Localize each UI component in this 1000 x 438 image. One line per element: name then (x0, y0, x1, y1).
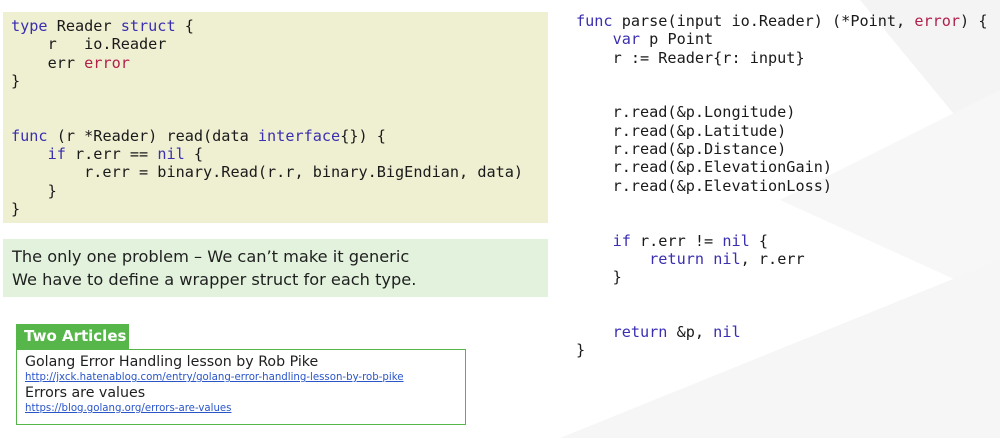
code-token: return (649, 249, 705, 268)
right-code-line: return nil, r.err (576, 250, 987, 268)
right-code-line: r.read(&p.ElevationGain) (576, 158, 987, 176)
right-code-line: r := Reader{r: input} (576, 49, 987, 67)
code-token: struct (120, 17, 176, 35)
code-token: p Point (640, 30, 714, 49)
right-code-line: r.read(&p.ElevationLoss) (576, 177, 987, 195)
code-token: r.read(&p.ElevationLoss) (576, 176, 833, 195)
note-line-2: We have to define a wrapper struct for e… (12, 270, 417, 289)
code-token: err (11, 53, 85, 72)
code-token: } (576, 268, 622, 287)
right-code-line: } (576, 341, 987, 359)
left-code-line: ​ (11, 90, 540, 108)
articles-list: Golang Error Handling lesson by Rob Pike… (16, 349, 466, 425)
code-token: { (184, 145, 204, 164)
code-token: r.err == (65, 145, 158, 164)
left-code-line: } (11, 200, 540, 218)
article-2-link[interactable]: https://blog.golang.org/errors-are-value… (25, 402, 457, 416)
code-token: var (612, 30, 641, 49)
code-token: {}) { (340, 126, 386, 145)
code-token: ) { (960, 12, 988, 30)
code-token: r io.Reader (11, 35, 167, 54)
reader-struct-code-block: type Reader struct { r io.Reader err err… (3, 12, 548, 223)
code-token: { (749, 231, 769, 250)
note-line-1: The only one problem – We can’t make it … (12, 247, 410, 266)
problem-note: The only one problem – We can’t make it … (3, 239, 548, 297)
code-token: (r *Reader) read(data (47, 126, 258, 145)
code-token: } (11, 71, 21, 90)
code-token: { (175, 17, 194, 35)
code-token: return (612, 323, 668, 342)
code-token: if (612, 231, 631, 250)
code-token: r.read(&p.ElevationGain) (576, 158, 833, 177)
right-code-line: r.read(&p.Distance) (576, 140, 987, 158)
code-token: nil (157, 145, 185, 164)
code-token: interface (257, 126, 341, 145)
right-code-line: ​ (576, 213, 987, 231)
right-code-line: ​ (576, 286, 987, 304)
right-code-line: if r.err != nil { (576, 232, 987, 250)
left-code-line: if r.err == nil { (11, 145, 540, 163)
code-token: r.read(&p.Distance) (576, 140, 787, 159)
left-code-line: ​ (11, 108, 540, 126)
code-token: r.err = binary.Read(r.r, binary.BigEndia… (11, 163, 524, 182)
article-2-title: Errors are values (25, 385, 146, 401)
code-token: parse(input io.Reader) (*Point, (612, 12, 915, 30)
right-code-line: r.read(&p.Latitude) (576, 122, 987, 140)
right-code-line: func parse(input io.Reader) (*Point, err… (576, 12, 987, 30)
code-token: func (11, 126, 48, 145)
code-token: &p, (667, 323, 714, 342)
right-code-line: var p Point (576, 30, 987, 48)
left-code-line: } (11, 182, 540, 200)
right-code-line: ​ (576, 305, 987, 323)
left-code-line: type Reader struct { (11, 17, 540, 35)
code-token: Reader (47, 17, 121, 35)
left-code-line: err error (11, 54, 540, 72)
left-code-line: r.err = binary.Read(r.r, binary.BigEndia… (11, 163, 540, 181)
code-token: , r.err (740, 249, 805, 268)
code-token: } (11, 199, 21, 218)
code-token: r.read(&p.Latitude) (576, 121, 787, 140)
left-code-line: } (11, 72, 540, 90)
articles-header: Two Articles (16, 324, 129, 349)
code-token: nil (713, 323, 741, 342)
left-code-listing: type Reader struct { r io.Reader err err… (11, 17, 540, 218)
code-token: } (576, 341, 586, 360)
code-token: r := Reader{r: input} (576, 48, 805, 67)
code-token: if (47, 145, 66, 164)
code-token: r.read(&p.Longitude) (576, 103, 796, 122)
code-token: error (84, 53, 130, 72)
left-code-line: func (r *Reader) read(data interface{}) … (11, 127, 540, 145)
code-token: } (11, 181, 57, 200)
article-1-link[interactable]: http://jxck.hatenablog.com/entry/golang-… (25, 371, 457, 385)
right-code-line: ​ (576, 195, 987, 213)
left-code-line: r io.Reader (11, 35, 540, 53)
code-token: r.err != (630, 231, 723, 250)
code-token: type (11, 17, 48, 35)
code-token: nil (713, 249, 741, 268)
code-token: func (576, 12, 613, 30)
right-code-line: ​ (576, 67, 987, 85)
code-token: nil (722, 231, 750, 250)
right-code-line: return &p, nil (576, 323, 987, 341)
code-token: error (914, 12, 961, 30)
parse-function-code-block: func parse(input io.Reader) (*Point, err… (576, 12, 987, 360)
right-code-line: r.read(&p.Longitude) (576, 103, 987, 121)
right-code-listing: func parse(input io.Reader) (*Point, err… (576, 12, 987, 360)
right-code-line: ​ (576, 85, 987, 103)
right-code-line: } (576, 268, 987, 286)
article-1-title: Golang Error Handling lesson by Rob Pike (25, 354, 319, 370)
